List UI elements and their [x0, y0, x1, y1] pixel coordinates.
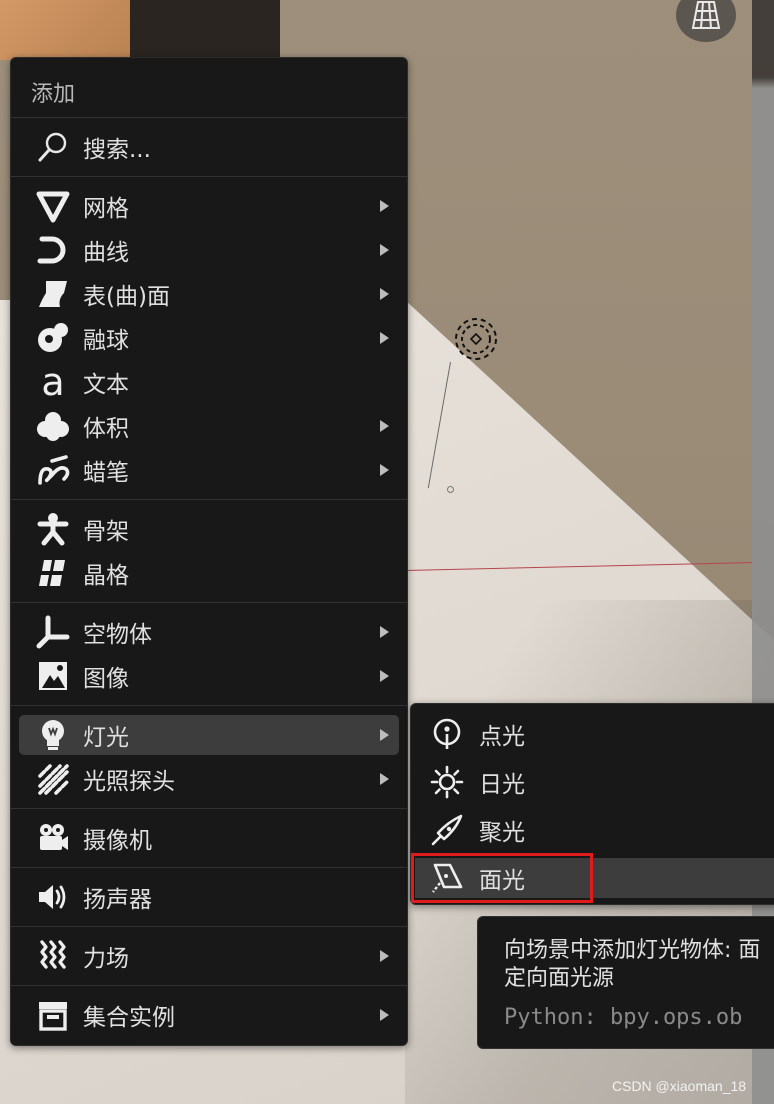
- svg-text:a: a: [41, 365, 64, 399]
- menu-item-label: 摄像机: [83, 828, 152, 854]
- menu-item-search[interactable]: 搜索...: [19, 127, 399, 167]
- submenu-arrow-icon: [380, 950, 389, 962]
- menu-item-label: 曲线: [83, 240, 129, 266]
- menu-item-label: 图像: [83, 666, 129, 692]
- submenu-arrow-icon: [380, 244, 389, 256]
- collection-instance-icon: [33, 995, 73, 1035]
- empty-icon: [33, 612, 73, 652]
- menu-item-label: 融球: [83, 328, 129, 354]
- menu-item-label: 文本: [83, 372, 129, 398]
- armature-icon: [33, 509, 73, 549]
- light-gizmo-icon[interactable]: [453, 316, 499, 362]
- submenu-arrow-icon: [380, 332, 389, 344]
- submenu-arrow-icon: [380, 626, 389, 638]
- menu-separator: [11, 926, 407, 927]
- surface-icon: [33, 274, 73, 314]
- grease-pencil-icon: [33, 450, 73, 490]
- scene-object-dark: [130, 0, 280, 60]
- metaball-icon: [33, 318, 73, 358]
- submenu-arrow-icon: [380, 420, 389, 432]
- search-icon: [33, 127, 73, 167]
- menu-item-label: 扬声器: [83, 887, 152, 913]
- submenu-item-label: 聚光: [479, 820, 525, 846]
- sun-light-icon: [427, 762, 467, 802]
- submenu-arrow-icon: [380, 464, 389, 476]
- watermark: CSDN @xiaoman_18: [612, 1078, 747, 1094]
- light-target-dot: [447, 486, 454, 493]
- menu-item-label: 表(曲)面: [83, 284, 170, 310]
- menu-title: 添加: [31, 82, 76, 107]
- menu-item-lattice[interactable]: 晶格: [19, 553, 399, 593]
- menu-item-surface[interactable]: 表(曲)面: [19, 274, 399, 314]
- menu-item-label: 体积: [83, 416, 129, 442]
- menu-item-grease-pencil[interactable]: 蜡笔: [19, 450, 399, 490]
- menu-item-speaker[interactable]: 扬声器: [19, 877, 399, 917]
- menu-separator: [11, 985, 407, 986]
- force-field-icon: [33, 936, 73, 976]
- menu-item-label: 搜索...: [83, 137, 151, 163]
- submenu-item-sun-light[interactable]: 日光: [415, 762, 774, 802]
- menu-item-volume[interactable]: 体积: [19, 406, 399, 446]
- menu-item-label: 灯光: [83, 725, 129, 751]
- menu-item-image[interactable]: 图像: [19, 656, 399, 696]
- text-icon: a: [33, 362, 73, 402]
- speaker-icon: [33, 877, 73, 917]
- menu-item-curve[interactable]: 曲线: [19, 230, 399, 270]
- tooltip-python: Python: bpy.ops.ob: [504, 1005, 743, 1030]
- mesh-icon: [33, 186, 73, 226]
- menu-item-label: 光照探头: [83, 769, 175, 795]
- menu-separator: [11, 705, 407, 706]
- submenu-item-label: 点光: [479, 724, 525, 750]
- submenu-item-spot-light[interactable]: 聚光: [415, 810, 774, 850]
- submenu-arrow-icon: [380, 670, 389, 682]
- menu-item-camera[interactable]: 摄像机: [19, 818, 399, 858]
- submenu-arrow-icon: [380, 288, 389, 300]
- menu-item-label: 网格: [83, 196, 129, 222]
- menu-separator: [11, 117, 407, 118]
- light-probe-icon: [33, 759, 73, 799]
- camera-icon: [33, 818, 73, 858]
- menu-separator: [11, 499, 407, 500]
- menu-item-light[interactable]: 灯光: [19, 715, 399, 755]
- tooltip: 向场景中添加灯光物体: 面 定向面光源 Python: bpy.ops.ob: [477, 916, 774, 1049]
- light-bulb-icon: [33, 715, 73, 755]
- menu-item-label: 集合实例: [83, 1005, 175, 1031]
- menu-item-collection-instance[interactable]: 集合实例: [19, 995, 399, 1035]
- point-light-icon: [427, 714, 467, 754]
- menu-separator: [11, 867, 407, 868]
- menu-separator: [11, 602, 407, 603]
- highlight-annotation-box: [411, 853, 593, 903]
- menu-item-mesh[interactable]: 网格: [19, 186, 399, 226]
- menu-item-label: 力场: [83, 946, 129, 972]
- menu-item-force-field[interactable]: 力场: [19, 936, 399, 976]
- menu-item-label: 空物体: [83, 622, 152, 648]
- tooltip-description: 向场景中添加灯光物体: 面 定向面光源: [504, 938, 761, 991]
- submenu-arrow-icon: [380, 1009, 389, 1021]
- scene-object-wood: [0, 0, 135, 60]
- menu-item-armature[interactable]: 骨架: [19, 509, 399, 549]
- lattice-icon: [33, 553, 73, 593]
- submenu-item-point-light[interactable]: 点光: [415, 714, 774, 754]
- submenu-arrow-icon: [380, 773, 389, 785]
- menu-item-text[interactable]: a 文本: [19, 362, 399, 402]
- curve-icon: [33, 230, 73, 270]
- submenu-arrow-icon: [380, 200, 389, 212]
- menu-separator: [11, 176, 407, 177]
- menu-item-label: 骨架: [83, 519, 129, 545]
- image-icon: [33, 656, 73, 696]
- submenu-item-label: 日光: [479, 772, 525, 798]
- add-menu: 添加 搜索... 网格 曲线 表(曲)面 融球 a 文本 体积 蜡笔 骨架 晶格…: [10, 57, 408, 1046]
- menu-item-metaball[interactable]: 融球: [19, 318, 399, 358]
- menu-separator: [11, 808, 407, 809]
- menu-item-label: 晶格: [83, 563, 129, 589]
- menu-item-light-probe[interactable]: 光照探头: [19, 759, 399, 799]
- grid-icon: [691, 1, 721, 29]
- menu-item-empty[interactable]: 空物体: [19, 612, 399, 652]
- submenu-arrow-icon: [380, 729, 389, 741]
- menu-item-label: 蜡笔: [83, 460, 129, 486]
- spot-light-icon: [427, 810, 467, 850]
- volume-icon: [33, 406, 73, 446]
